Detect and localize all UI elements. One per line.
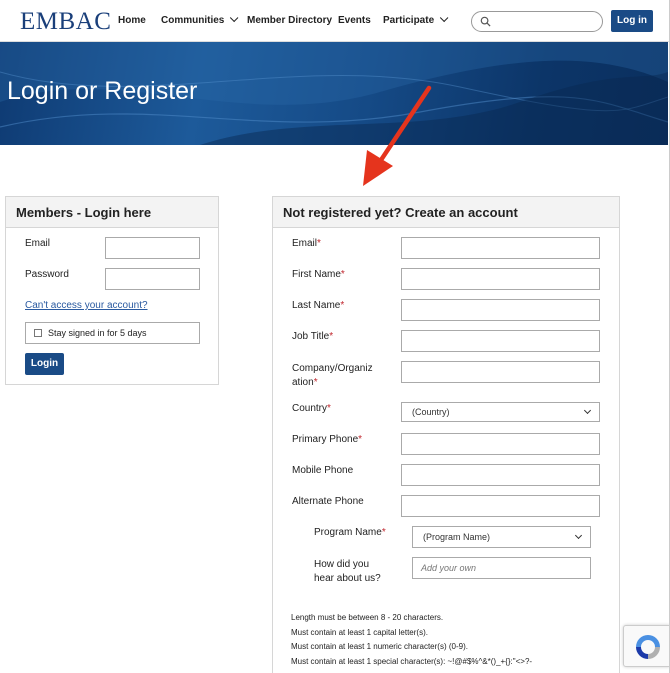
password-rules: Length must be between 8 - 20 characters…: [291, 611, 532, 669]
nav-label: Member Directory: [247, 15, 333, 26]
how-heard-input[interactable]: Add your own: [412, 557, 591, 579]
nav-label: Communities: [161, 15, 225, 26]
label-text: Program Name: [314, 527, 382, 538]
program-name-select[interactable]: (Program Name): [412, 526, 591, 548]
recaptcha-icon: [636, 635, 660, 659]
required-marker: *: [327, 403, 331, 414]
reg-label-last-name: Last Name*: [292, 300, 344, 311]
label-text: Primary Phone: [292, 434, 359, 445]
required-marker: *: [358, 434, 363, 445]
password-rule: Must contain at least 1 capital letter(s…: [291, 627, 428, 637]
label-text: How did you: [314, 559, 370, 570]
required-marker: *: [317, 238, 321, 249]
reg-label-primary-phone: Primary Phone*: [292, 434, 362, 445]
chevron-down-icon: [440, 13, 449, 23]
nav-item-events[interactable]: Events: [338, 15, 371, 26]
checkbox-icon[interactable]: [34, 329, 42, 337]
reg-mobile-phone-field[interactable]: [401, 464, 600, 486]
search-input[interactable]: [471, 11, 603, 32]
reg-primary-phone-field[interactable]: [401, 433, 600, 455]
search-icon: [480, 16, 491, 27]
required-marker: *: [381, 527, 386, 538]
site-logo[interactable]: EMBAC: [20, 8, 111, 36]
nav-label: Home: [118, 15, 146, 26]
country-select-value: (Country): [412, 407, 450, 417]
label-text: Alternate Phone: [292, 496, 364, 507]
label-text: Job Title: [292, 331, 330, 342]
email-label: Email: [25, 238, 51, 249]
login-button[interactable]: Login: [25, 353, 64, 375]
page-title: Login or Register: [7, 77, 198, 105]
chevron-down-icon: [583, 406, 592, 415]
country-select[interactable]: (Country): [401, 402, 600, 422]
reg-label-job-title: Job Title*: [292, 331, 333, 342]
label-text: Company/Organiz: [292, 363, 373, 374]
required-marker: *: [329, 331, 334, 342]
reg-label-how-heard: How did you hear about us?: [314, 558, 381, 586]
nav-item-home[interactable]: Home: [118, 15, 146, 26]
password-rule: Must contain at least 1 special characte…: [291, 656, 533, 666]
page-banner: Login or Register: [0, 42, 668, 145]
login-password-field[interactable]: [105, 268, 200, 290]
label-text: First Name: [292, 269, 341, 280]
reg-company-field[interactable]: [401, 361, 600, 383]
register-panel-title: Not registered yet? Create an account: [273, 197, 619, 228]
reg-label-alternate-phone: Alternate Phone: [292, 496, 364, 507]
password-label: Password: [25, 269, 69, 280]
nav-item-communities[interactable]: Communities: [161, 13, 239, 26]
required-marker: *: [340, 300, 345, 311]
login-button-top[interactable]: Log in: [611, 10, 653, 32]
nav-label: Participate: [383, 15, 435, 26]
recaptcha-badge[interactable]: [623, 625, 669, 667]
stay-signed-in-checkbox[interactable]: Stay signed in for 5 days: [25, 322, 200, 344]
nav-item-member-directory[interactable]: Member Directory: [247, 15, 332, 26]
label-text: ation: [292, 377, 314, 388]
label-text: Mobile Phone: [292, 465, 354, 476]
reg-label-country: Country*: [292, 403, 331, 414]
reg-label-company: Company/Organiz ation*: [292, 362, 373, 390]
reg-label-first-name: First Name*: [292, 269, 345, 280]
label-text: hear about us?: [314, 573, 381, 584]
chevron-down-icon: [230, 13, 239, 23]
login-panel-title: Members - Login here: [6, 197, 218, 228]
chevron-down-icon: [574, 531, 583, 540]
required-marker: *: [340, 269, 345, 280]
login-email-field[interactable]: [105, 237, 200, 259]
label-text: Country: [292, 403, 328, 414]
arrow-annotation-icon: [363, 85, 432, 186]
reg-job-title-field[interactable]: [401, 330, 600, 352]
page: EMBAC Home Communities Member Directory …: [0, 0, 670, 673]
required-marker: *: [313, 377, 318, 388]
reg-last-name-field[interactable]: [401, 299, 600, 321]
nav-item-participate[interactable]: Participate: [383, 13, 449, 26]
reg-label-email: Email*: [292, 238, 321, 249]
reg-label-program-name: Program Name*: [314, 527, 386, 538]
program-select-value: (Program Name): [423, 532, 491, 542]
reg-email-field[interactable]: [401, 237, 600, 259]
cant-access-link[interactable]: Can't access your account?: [25, 300, 148, 311]
top-nav: EMBAC Home Communities Member Directory …: [0, 0, 669, 42]
reg-first-name-field[interactable]: [401, 268, 600, 290]
label-text: Last Name: [292, 300, 341, 311]
reg-alternate-phone-field[interactable]: [401, 495, 600, 517]
stay-signed-in-label: Stay signed in for 5 days: [48, 328, 147, 338]
reg-label-mobile-phone: Mobile Phone: [292, 465, 353, 476]
nav-label: Events: [338, 15, 371, 26]
password-rule: Length must be between 8 - 20 characters…: [291, 613, 444, 622]
label-text: Email: [292, 238, 318, 249]
password-rule: Must contain at least 1 numeric characte…: [291, 642, 468, 651]
